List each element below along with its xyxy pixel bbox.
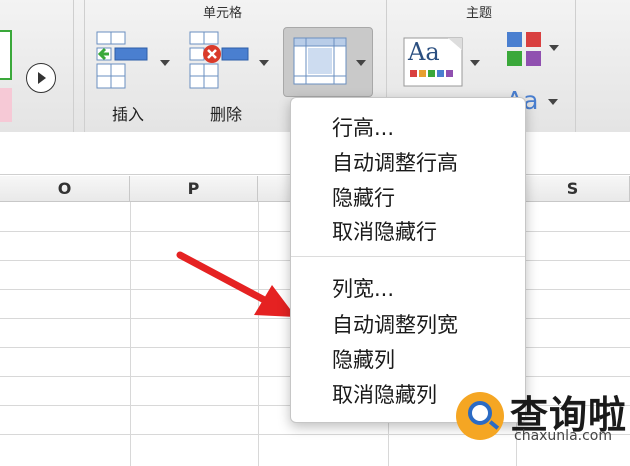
menu-item-hide-rows[interactable]: 隐藏行 bbox=[332, 182, 395, 212]
menu-separator bbox=[291, 256, 525, 257]
menu-item-row-height[interactable]: 行高... bbox=[332, 112, 394, 142]
chevron-down-icon[interactable] bbox=[259, 60, 269, 66]
menu-item-column-width[interactable]: 列宽... bbox=[332, 273, 394, 303]
chevron-down-icon[interactable] bbox=[549, 45, 559, 51]
chevron-down-icon[interactable] bbox=[470, 60, 480, 66]
cells-group-label: 单元格 bbox=[203, 6, 243, 21]
menu-item-hide-columns[interactable]: 隐藏列 bbox=[332, 344, 395, 374]
watermark-url: chaxunla.com bbox=[514, 428, 612, 444]
gallery-scroll-right-icon[interactable] bbox=[26, 63, 56, 93]
column-header-p[interactable]: P bbox=[130, 176, 258, 202]
menu-item-unhide-rows[interactable]: 取消隐藏行 bbox=[332, 216, 437, 246]
menu-item-autofit-row-height[interactable]: 自动调整行高 bbox=[332, 147, 458, 177]
cell-style-swatch[interactable] bbox=[0, 30, 12, 80]
grid-line bbox=[130, 202, 131, 466]
format-cells-button[interactable] bbox=[283, 27, 373, 97]
menu-item-unhide-columns[interactable]: 取消隐藏列 bbox=[332, 379, 437, 409]
grid-line bbox=[258, 202, 259, 466]
theme-group-label: 主题 bbox=[466, 6, 493, 21]
cell-style-swatch-pink[interactable] bbox=[0, 88, 12, 122]
chevron-down-icon[interactable] bbox=[356, 60, 366, 66]
menu-item-autofit-column-width[interactable]: 自动调整列宽 bbox=[332, 309, 458, 339]
insert-cells-icon bbox=[96, 31, 148, 89]
group-separator bbox=[73, 0, 74, 132]
group-separator bbox=[575, 0, 576, 132]
chevron-down-icon[interactable] bbox=[160, 60, 170, 66]
delete-label: 删除 bbox=[210, 105, 243, 124]
column-header-o[interactable]: O bbox=[0, 176, 130, 202]
theme-colors-icon bbox=[507, 32, 541, 66]
watermark-logo-icon bbox=[456, 392, 504, 440]
annotation-arrow-icon bbox=[176, 251, 296, 317]
group-separator bbox=[84, 0, 85, 132]
format-dropdown-menu: 行高... 自动调整行高 隐藏行 取消隐藏行 列宽... 自动调整列宽 隐藏列 … bbox=[290, 97, 526, 423]
format-cells-icon bbox=[293, 37, 347, 85]
theme-preview-text: Aa bbox=[408, 38, 440, 66]
insert-label: 插入 bbox=[112, 105, 145, 124]
chevron-down-icon[interactable] bbox=[548, 99, 558, 105]
column-header-s[interactable]: S bbox=[516, 176, 630, 202]
delete-cells-icon bbox=[189, 31, 249, 89]
